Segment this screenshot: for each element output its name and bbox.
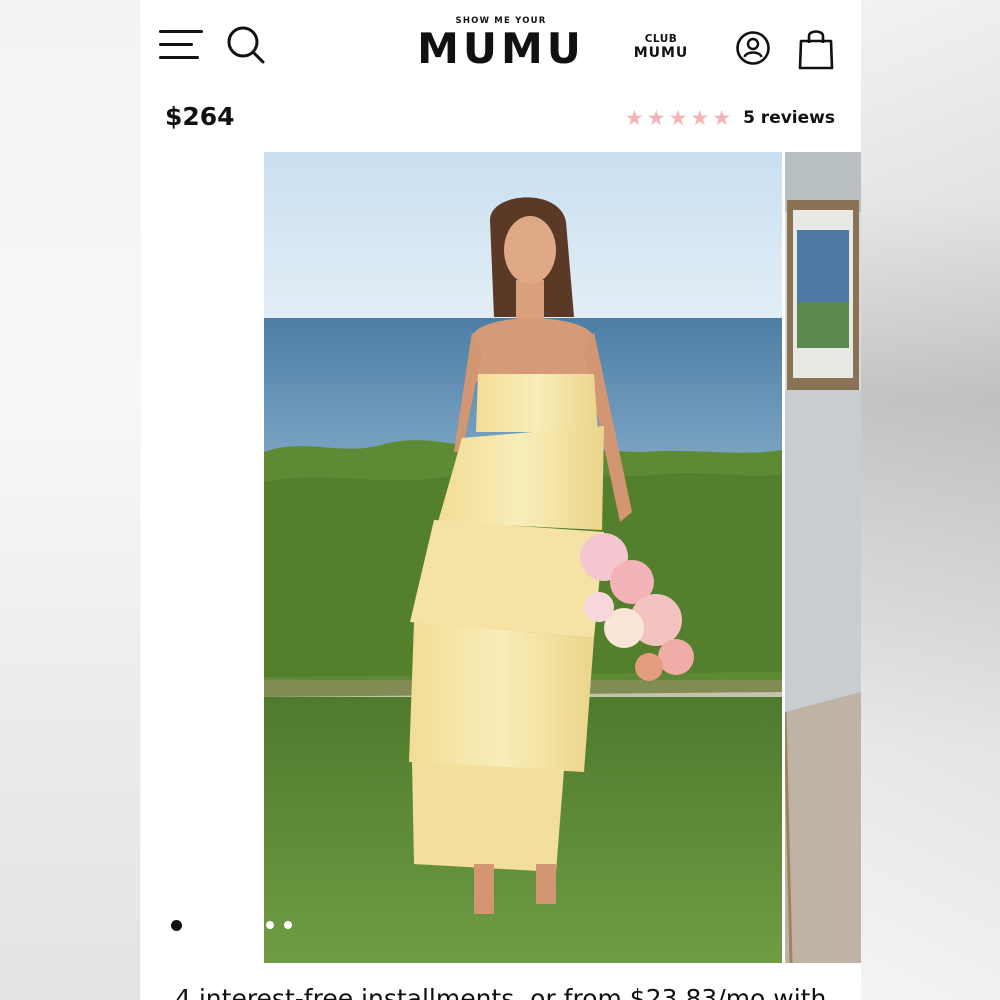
star-icon: ★ bbox=[712, 106, 732, 130]
star-icon: ★ bbox=[624, 106, 644, 130]
top-navigation: SHOW ME YOUR MUMU CLUB MUMU bbox=[141, 0, 861, 90]
star-icon: ★ bbox=[646, 106, 666, 130]
account-icon[interactable] bbox=[735, 30, 771, 66]
carousel-dot[interactable] bbox=[284, 921, 292, 929]
reviews-link[interactable]: 5 reviews bbox=[743, 108, 835, 128]
menu-icon[interactable] bbox=[159, 28, 205, 62]
background-blur-right bbox=[860, 0, 1000, 1000]
club-mumu-link[interactable]: CLUB MUMU bbox=[631, 32, 691, 60]
club-label-top: CLUB bbox=[644, 33, 678, 45]
background-blur-left bbox=[0, 0, 140, 1000]
star-icon: ★ bbox=[668, 106, 688, 130]
product-price: $264 bbox=[165, 102, 235, 131]
product-page: SHOW ME YOUR MUMU CLUB MUMU $264 ★ ★ ★ ★ bbox=[141, 0, 861, 1000]
search-icon[interactable] bbox=[225, 24, 267, 66]
rating-summary[interactable]: ★ ★ ★ ★ ★ 5 reviews bbox=[625, 106, 835, 130]
carousel-dot-active[interactable] bbox=[171, 920, 182, 931]
product-image-next[interactable] bbox=[785, 152, 861, 963]
shopping-bag-icon[interactable] bbox=[797, 28, 835, 70]
club-label-bottom: MUMU bbox=[633, 45, 689, 61]
star-icon: ★ bbox=[690, 106, 710, 130]
brand-name: MUMU bbox=[417, 24, 585, 73]
brand-logo[interactable]: SHOW ME YOUR MUMU bbox=[411, 16, 591, 70]
installments-text: 4 interest-free installments, or from $2… bbox=[175, 984, 827, 1000]
product-image-main[interactable] bbox=[264, 152, 782, 963]
carousel-dot[interactable] bbox=[266, 921, 274, 929]
